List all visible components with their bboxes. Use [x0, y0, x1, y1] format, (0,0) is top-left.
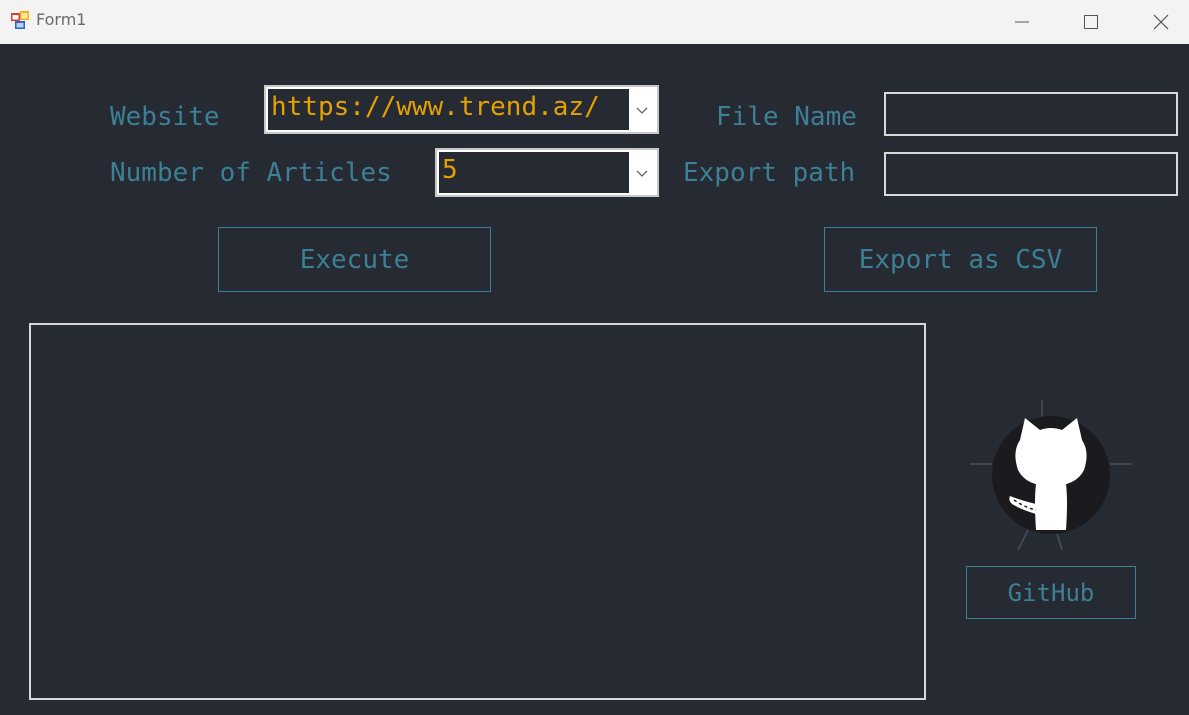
file-name-label: File Name: [716, 102, 857, 132]
close-button[interactable]: [1138, 0, 1184, 44]
export-path-input[interactable]: [884, 152, 1178, 196]
chevron-down-icon[interactable]: [631, 87, 653, 132]
file-name-input[interactable]: [884, 92, 1178, 136]
window-title: Form1: [36, 10, 87, 29]
form-app-icon: [10, 10, 30, 30]
export-path-label: Export path: [683, 158, 856, 188]
minimize-button[interactable]: [999, 0, 1045, 44]
title-bar: Form1: [0, 0, 1189, 44]
articles-label: Number of Articles: [110, 158, 392, 188]
website-dropdown[interactable]: https://www.trend.az/: [264, 85, 659, 134]
main-window: Form1 Website Number of Articles File Na…: [0, 0, 1189, 715]
articles-count-dropdown[interactable]: 5: [435, 148, 659, 197]
chevron-down-icon[interactable]: [631, 150, 653, 195]
execute-button[interactable]: Execute: [218, 227, 491, 292]
website-label: Website: [110, 102, 220, 132]
close-icon: [1153, 14, 1169, 30]
articles-dropdown-value: 5: [439, 152, 629, 193]
export-csv-button[interactable]: Export as CSV: [824, 227, 1097, 292]
github-octocat-icon: [970, 400, 1132, 551]
github-button[interactable]: GitHub: [966, 566, 1136, 619]
minimize-icon: [1015, 21, 1029, 23]
maximize-button[interactable]: [1068, 0, 1114, 44]
maximize-icon: [1084, 15, 1098, 29]
github-logo[interactable]: [970, 400, 1132, 552]
website-dropdown-value: https://www.trend.az/: [268, 89, 629, 130]
results-output-box[interactable]: [29, 323, 926, 700]
